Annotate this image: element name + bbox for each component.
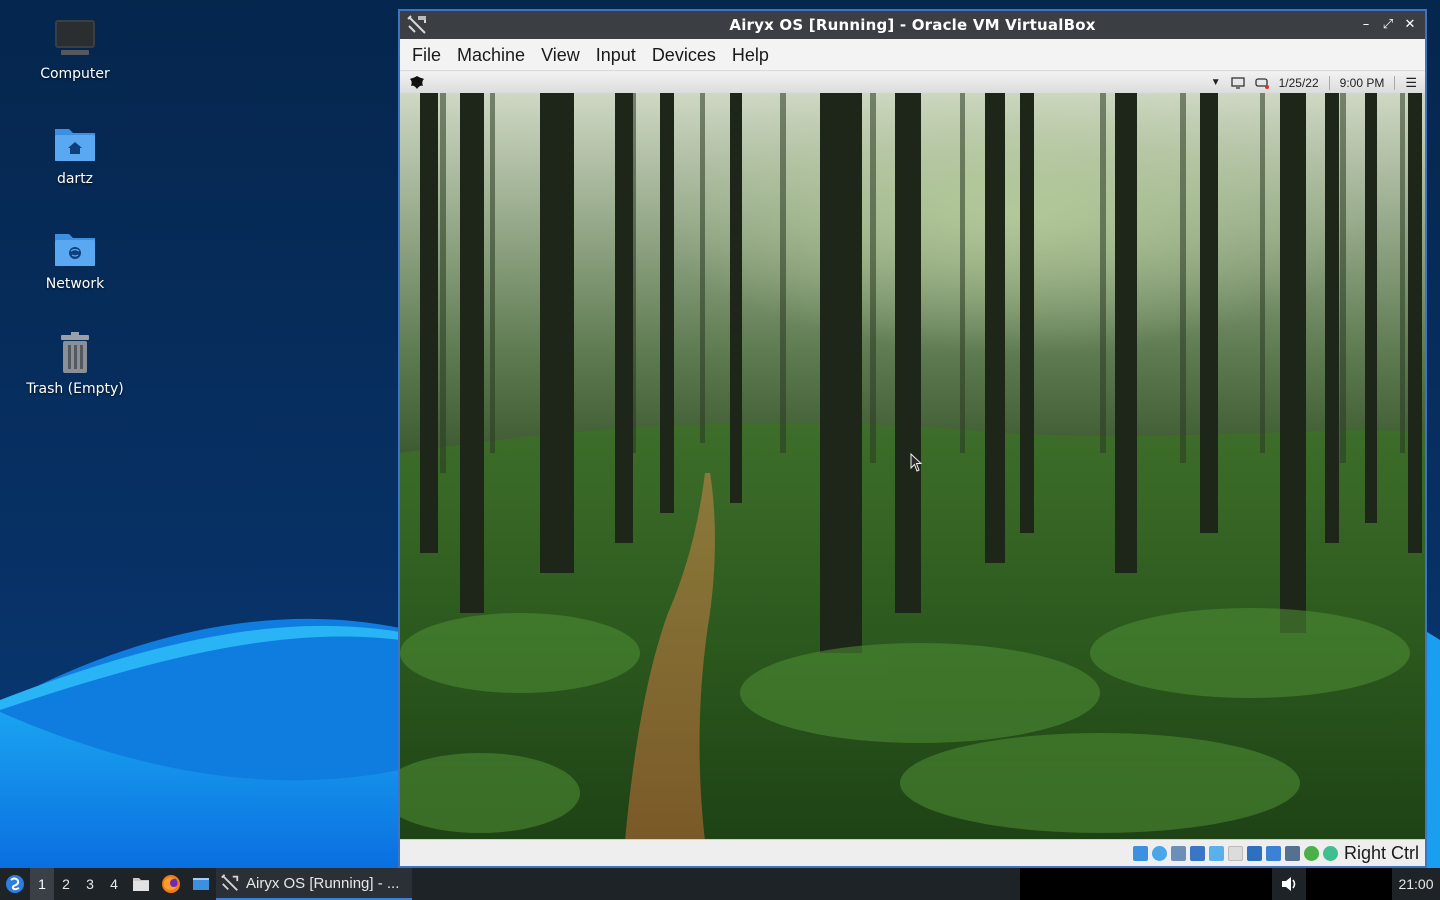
taskbar-task-virtualbox[interactable]: Airyx OS [Running] - ... <box>216 868 412 900</box>
folder-icon <box>133 878 149 891</box>
cpu-icon[interactable] <box>1303 845 1319 861</box>
file-manager-launcher[interactable] <box>126 868 156 900</box>
taskbar-spacer <box>412 868 1020 900</box>
window-titlebar[interactable]: Airyx OS [Running] - Oracle VM VirtualBo… <box>400 11 1425 39</box>
menu-view[interactable]: View <box>533 39 588 71</box>
start-menu-button[interactable] <box>0 868 30 900</box>
firefox-icon <box>162 875 180 893</box>
panel-separator <box>1328 75 1330 90</box>
workspace-2[interactable]: 2 <box>54 868 78 900</box>
host-key-label[interactable]: Right Ctrl <box>1344 843 1419 864</box>
computer-icon <box>55 20 95 55</box>
taskbar: 1 2 3 4 Airyx OS [Running] - ... 21:00 <box>0 868 1440 900</box>
desktop-icon-computer[interactable]: Computer <box>15 14 135 82</box>
menu-input[interactable]: Input <box>588 39 644 71</box>
desktop-icon-label: Computer <box>40 66 110 82</box>
workspace-1[interactable]: 1 <box>30 868 54 900</box>
tray-area <box>1020 868 1272 900</box>
desktop-icon-label: Trash (Empty) <box>26 381 124 397</box>
network-tray-icon[interactable] <box>1254 77 1269 89</box>
virtualbox-window[interactable]: Airyx OS [Running] - Oracle VM VirtualBo… <box>398 9 1427 868</box>
display-icon[interactable] <box>1246 845 1262 861</box>
start-logo-icon <box>6 875 24 893</box>
desktop-icon-trash[interactable]: Trash (Empty) <box>15 329 135 397</box>
volume-button[interactable] <box>1272 868 1306 900</box>
maximize-icon[interactable]: ⤢ <box>1379 16 1397 34</box>
guest-additions-icon[interactable] <box>1284 845 1300 861</box>
hard-disk-icon[interactable] <box>1132 845 1148 861</box>
vm-statusbar: Right Ctrl <box>400 839 1425 866</box>
recording-icon[interactable] <box>1265 845 1281 861</box>
desktop-icon-network[interactable]: Network <box>15 224 135 292</box>
terminal-launcher[interactable] <box>186 868 216 900</box>
desktop-icon-dartz[interactable]: dartz <box>15 119 135 187</box>
panel-separator <box>1394 75 1396 90</box>
audio-icon[interactable] <box>1170 845 1186 861</box>
guest-date[interactable]: 1/25/22 <box>1279 76 1319 90</box>
virtualbox-icon <box>221 874 239 891</box>
optical-drive-icon[interactable] <box>1151 845 1167 861</box>
desktop-icon-label: dartz <box>56 171 94 187</box>
network-folder-icon <box>55 234 95 266</box>
workspace-4[interactable]: 4 <box>102 868 126 900</box>
workspace-3[interactable]: 3 <box>78 868 102 900</box>
forest-wallpaper <box>400 93 1425 841</box>
guest-time[interactable]: 9:00 PM <box>1340 76 1385 90</box>
mouse-integration-icon[interactable] <box>1322 845 1338 861</box>
home-folder-icon <box>55 129 95 161</box>
tray-area-2 <box>1306 868 1392 900</box>
guest-display[interactable]: ▼ 1/25/22 9:00 PM ☰ <box>400 72 1425 841</box>
taskbar-clock[interactable]: 21:00 <box>1392 876 1440 892</box>
usb-icon[interactable] <box>1208 845 1224 861</box>
menu-list-icon[interactable]: ☰ <box>1405 75 1417 91</box>
window-title: Airyx OS [Running] - Oracle VM VirtualBo… <box>729 16 1096 34</box>
guest-top-panel: ▼ 1/25/22 9:00 PM ☰ <box>400 72 1425 93</box>
menu-devices[interactable]: Devices <box>644 39 724 71</box>
desktop-window-icon <box>193 878 209 890</box>
menu-file[interactable]: File <box>404 39 449 71</box>
firefox-launcher[interactable] <box>156 868 186 900</box>
network-icon[interactable] <box>1189 845 1205 861</box>
minimize-icon[interactable]: – <box>1357 16 1375 34</box>
shared-folders-icon[interactable] <box>1227 845 1243 861</box>
desktop-icon-label: Network <box>45 276 105 292</box>
menubar: File Machine View Input Devices Help <box>400 39 1425 71</box>
volume-icon <box>1282 877 1296 891</box>
menu-machine[interactable]: Machine <box>449 39 533 71</box>
chevron-down-icon[interactable]: ▼ <box>1211 77 1221 88</box>
close-icon[interactable]: ✕ <box>1401 16 1419 34</box>
display-tray-icon[interactable] <box>1230 76 1245 89</box>
menu-help[interactable]: Help <box>724 39 777 71</box>
trash-icon <box>61 332 89 373</box>
virtualbox-icon[interactable] <box>406 14 428 36</box>
task-label: Airyx OS [Running] - ... <box>246 874 400 892</box>
airyx-logo-icon[interactable] <box>408 75 426 91</box>
